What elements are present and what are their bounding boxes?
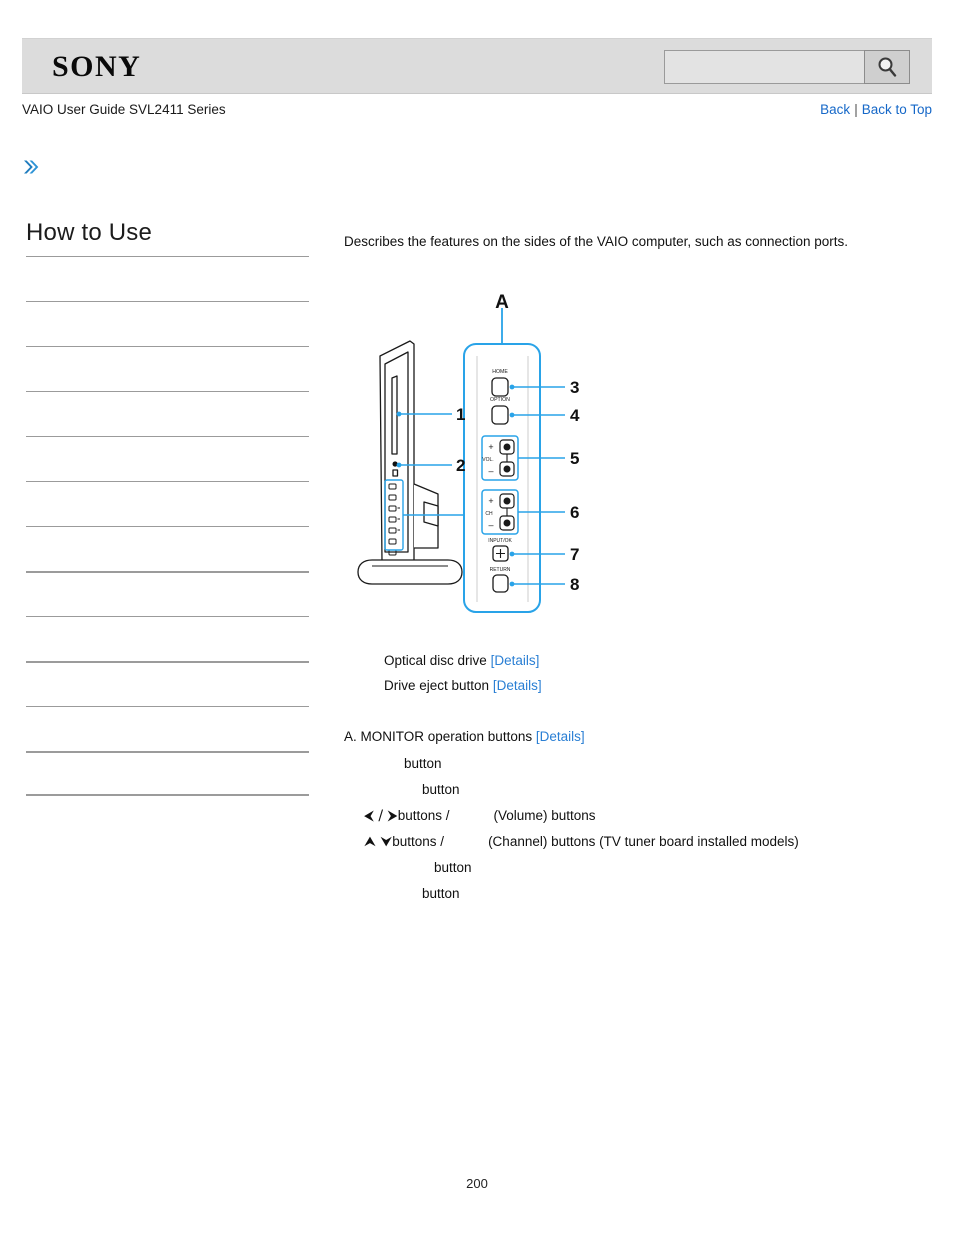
details-link[interactable]: [Details] [491,653,540,668]
search-button[interactable] [864,50,910,84]
svg-text:VOL.: VOL. [482,457,493,463]
button-suffix: (Channel) buttons (TV tuner board instal… [488,834,799,849]
search-input[interactable] [664,50,864,84]
search-icon [878,57,897,77]
svg-text:+: + [488,442,493,452]
sidebar-item-3[interactable] [26,391,309,436]
button-text: button [434,860,472,875]
header-nav-links: Back | Back to Top [820,100,932,120]
volume-arrows-glyph: ⮜ / ⮞ [364,808,398,824]
vaio-side-view-figure: HOME OPTION + – VOL. + – CH INPUT/OK RET… [352,294,632,634]
sidebar-item-11[interactable] [26,751,309,796]
callout-1: 1 [456,405,465,424]
button-text: buttons / [397,808,450,823]
sidebar-item-6[interactable] [26,526,309,571]
list-item: Optical disc drive [Details] [344,648,939,673]
callout-5: 5 [570,449,579,468]
numbered-item-list: Optical disc drive [Details] Drive eject… [344,648,939,698]
button-text: button [404,756,442,771]
svg-text:CH: CH [485,511,493,517]
callout-2: 2 [456,456,465,475]
sidebar-item-10[interactable] [26,706,309,751]
sub-header: VAIO User Guide SVL2411 Series Back | Back… [22,100,932,124]
sidebar-item-2[interactable] [26,346,309,391]
svg-text:+: + [488,496,493,506]
list-item: button [344,751,939,777]
item-text: Drive eject button [384,678,490,693]
figure-illustration: HOME OPTION + – VOL. + – CH INPUT/OK RET… [357,294,580,613]
sidebar-item-5[interactable] [26,481,309,526]
monitor-button-list: button button ⮜ / ⮞ buttons / (Volume) b… [344,751,939,907]
list-item: button [344,777,939,803]
list-item: button [344,855,939,881]
back-to-top-link[interactable]: Back to Top [862,102,932,117]
sony-logo: SONY [52,50,142,83]
details-link[interactable]: [Details] [493,678,542,693]
list-item: ⮜ / ⮞ buttons / (Volume) buttons [344,803,939,829]
button-text: button [422,782,460,797]
callout-8: 8 [570,575,579,594]
svg-text:HOME: HOME [492,369,508,375]
details-link[interactable]: [Details] [536,729,585,744]
section-heading-text: A. MONITOR operation buttons [344,729,533,744]
nav-separator: | [854,102,858,117]
callout-6: 6 [570,503,579,522]
list-item: ⮝ ⮟ buttons / (Channel) buttons (TV tune… [344,829,939,855]
search-area [664,50,910,84]
sidebar-item-9[interactable] [26,661,309,706]
item-text: Optical disc drive [384,653,487,668]
callout-3: 3 [570,378,579,397]
sidebar-item-0[interactable] [26,256,309,301]
breadcrumb [22,158,932,184]
page-number: 200 [466,1176,488,1191]
button-text: button [422,886,460,901]
monitor-buttons-heading: A. MONITOR operation buttons [Details] [344,724,939,749]
list-item: Drive eject button [Details] [344,673,939,698]
sidebar-item-1[interactable] [26,301,309,346]
sidebar-item-4[interactable] [26,436,309,481]
callout-4: 4 [570,406,580,425]
svg-text:OPTION: OPTION [490,397,510,403]
sidebar-title: How to Use [26,219,153,246]
channel-arrows-glyph: ⮝ ⮟ [364,834,393,850]
svg-text:INPUT/OK: INPUT/OK [488,538,512,544]
svg-text:–: – [488,466,493,476]
back-link[interactable]: Back [820,102,850,117]
sidebar: How to Use [26,218,309,796]
guide-title: VAIO User Guide SVL2411 Series [22,102,226,117]
svg-text:–: – [488,520,493,530]
list-item: button [344,881,939,907]
main-content: Describes the features on the sides of t… [344,232,939,907]
callout-a: A [495,294,509,313]
intro-paragraph: Describes the features on the sides of t… [344,234,849,249]
sidebar-item-7[interactable] [26,571,309,616]
callout-7: 7 [570,545,579,564]
sidebar-item-8[interactable] [26,616,309,661]
button-text: buttons / [392,834,445,849]
double-chevron-right-icon[interactable] [22,158,40,176]
button-suffix: (Volume) buttons [493,808,596,823]
site-header: SONY [22,38,932,94]
svg-text:RETURN: RETURN [490,567,511,573]
